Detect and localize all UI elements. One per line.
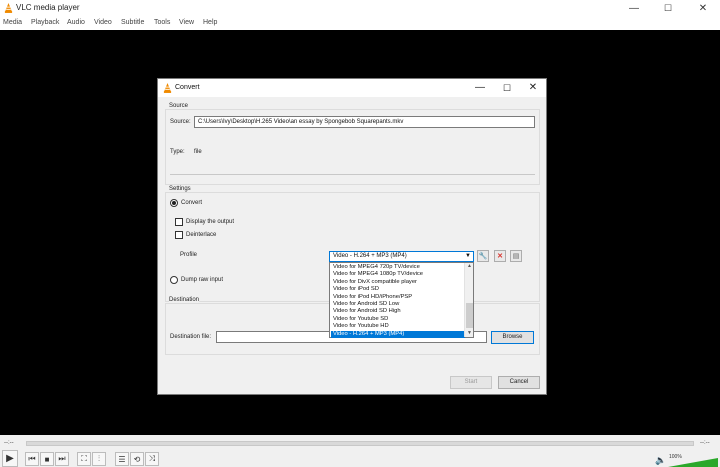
loop-button[interactable]: ⟲ [130, 452, 144, 466]
profile-option[interactable]: Video for Youtube HD [331, 323, 465, 330]
browse-button[interactable]: Browse [491, 331, 534, 344]
convert-label: Convert [181, 200, 203, 206]
window-title: VLC media player [16, 3, 80, 12]
player-controls: --:-- --:-- ▶ ⏮ ■ ⏭ ⛶ ⫶ ☰ ⟲ ⤨ 🔈 100% [0, 435, 720, 467]
profile-select[interactable]: Video - H.264 + MP3 (MP4) ▼ [329, 251, 474, 262]
title-bar: VLC media player — ☐ ✕ [0, 0, 720, 17]
cancel-button[interactable]: Cancel [498, 376, 540, 389]
dialog-body: Source Source: C:\Users\Ivy\Desktop\H.26… [158, 97, 546, 394]
elapsed-time: --:-- [4, 440, 14, 446]
convert-dialog: Convert — ☐ ✕ Source Source: C:\Users\Iv… [157, 78, 547, 395]
edit-profile-button[interactable]: 🔧 [477, 250, 489, 262]
dialog-close-button[interactable]: ✕ [520, 79, 546, 97]
chevron-down-icon: ▼ [465, 253, 471, 259]
red-x-icon: ✕ [497, 253, 503, 260]
convert-radio[interactable] [170, 199, 178, 207]
previous-icon: ⏮ [28, 454, 36, 463]
dump-raw-label: Dump raw input [181, 277, 224, 283]
playlist-icon: ☰ [118, 454, 126, 464]
menu-view[interactable]: View [179, 19, 194, 26]
dialog-title-bar: Convert — ☐ ✕ [158, 79, 546, 97]
minimize-button[interactable]: — [617, 0, 651, 17]
source-group-title: Source [169, 103, 189, 109]
maximize-button[interactable]: ☐ [651, 0, 685, 17]
volume-slider[interactable] [668, 458, 718, 467]
source-divider [170, 174, 535, 175]
playlist-button[interactable]: ☰ [115, 452, 129, 466]
menu-audio[interactable]: Audio [67, 19, 85, 26]
destination-group-title: Destination [169, 297, 200, 303]
display-output-label: Display the output [186, 219, 235, 225]
play-icon: ▶ [6, 453, 14, 464]
next-icon: ⏭ [58, 454, 66, 463]
menu-tools[interactable]: Tools [154, 19, 170, 26]
profile-option[interactable]: Video for iPod HD/iPhone/PSP [331, 294, 465, 301]
list-icon: ▤ [512, 253, 520, 260]
fullscreen-button[interactable]: ⛶ [77, 452, 91, 466]
wrench-icon: 🔧 [478, 253, 488, 260]
seek-bar[interactable] [26, 441, 694, 446]
vlc-logo-icon [163, 83, 172, 93]
play-button[interactable]: ▶ [2, 450, 18, 467]
type-value: file [194, 149, 202, 155]
profile-option[interactable]: Video - H.264 + MP3 (MP4) [331, 330, 465, 338]
vlc-logo-icon [4, 3, 13, 13]
menu-help[interactable]: Help [203, 19, 217, 26]
total-time: --:-- [700, 440, 710, 446]
menu-playback[interactable]: Playback [31, 19, 59, 26]
dump-raw-radio[interactable] [170, 276, 178, 284]
profile-label: Profile [180, 252, 198, 258]
stop-button[interactable]: ■ [40, 452, 54, 466]
speaker-icon[interactable]: 🔈 [655, 455, 666, 466]
profile-option[interactable]: Video for Youtube SD [331, 316, 465, 323]
profile-option[interactable]: Video for iPod SD [331, 286, 465, 293]
settings-group-title: Settings [169, 186, 191, 192]
stop-icon: ■ [44, 454, 50, 464]
dialog-maximize-button[interactable]: ☐ [494, 79, 520, 97]
fullscreen-icon: ⛶ [81, 454, 87, 463]
dropdown-scrollbar[interactable]: ▲ ▼ [464, 263, 473, 337]
type-label: Type: [170, 149, 185, 155]
extended-settings-button[interactable]: ⫶ [92, 452, 106, 466]
scroll-down-icon[interactable]: ▼ [466, 330, 473, 337]
loop-icon: ⟲ [133, 454, 141, 464]
profile-option[interactable]: Video for Android SD Low [331, 301, 465, 308]
menu-subtitle[interactable]: Subtitle [121, 19, 144, 26]
equalizer-icon: ⫶ [98, 454, 100, 463]
next-button[interactable]: ⏭ [55, 452, 69, 466]
deinterlace-checkbox[interactable] [175, 231, 183, 239]
deinterlace-label: Deinterlace [186, 232, 217, 238]
scroll-thumb[interactable] [466, 303, 473, 328]
profile-option[interactable]: Video for Android SD High [331, 308, 465, 315]
dialog-minimize-button[interactable]: — [467, 79, 493, 97]
profile-option[interactable]: Video for MPEG4 1080p TV/device [331, 271, 465, 278]
source-input[interactable]: C:\Users\Ivy\Desktop\H.265 Video\an essa… [194, 116, 535, 128]
display-output-checkbox[interactable] [175, 218, 183, 226]
dialog-title: Convert [175, 84, 200, 91]
menu-media[interactable]: Media [3, 19, 22, 26]
menu-bar: Media Playback Audio Video Subtitle Tool… [0, 17, 720, 30]
previous-button[interactable]: ⏮ [25, 452, 39, 466]
profile-dropdown: Video for MPEG4 720p TV/device Video for … [329, 262, 474, 338]
profile-option[interactable]: Video for DivX compatible player [331, 279, 465, 286]
delete-profile-button[interactable]: ✕ [494, 250, 506, 262]
close-button[interactable]: ✕ [686, 0, 720, 17]
start-button[interactable]: Start [450, 376, 492, 389]
profile-select-value: Video - H.264 + MP3 (MP4) [333, 253, 407, 259]
profile-option[interactable]: Video for MPEG4 720p TV/device [331, 264, 465, 271]
scroll-up-icon[interactable]: ▲ [466, 263, 473, 270]
shuffle-icon: ⤨ [148, 454, 156, 463]
shuffle-button[interactable]: ⤨ [145, 452, 159, 466]
new-profile-button[interactable]: ▤ [510, 250, 522, 262]
menu-video[interactable]: Video [94, 19, 112, 26]
destination-file-label: Destination file: [170, 334, 212, 340]
source-label: Source: [170, 119, 191, 125]
